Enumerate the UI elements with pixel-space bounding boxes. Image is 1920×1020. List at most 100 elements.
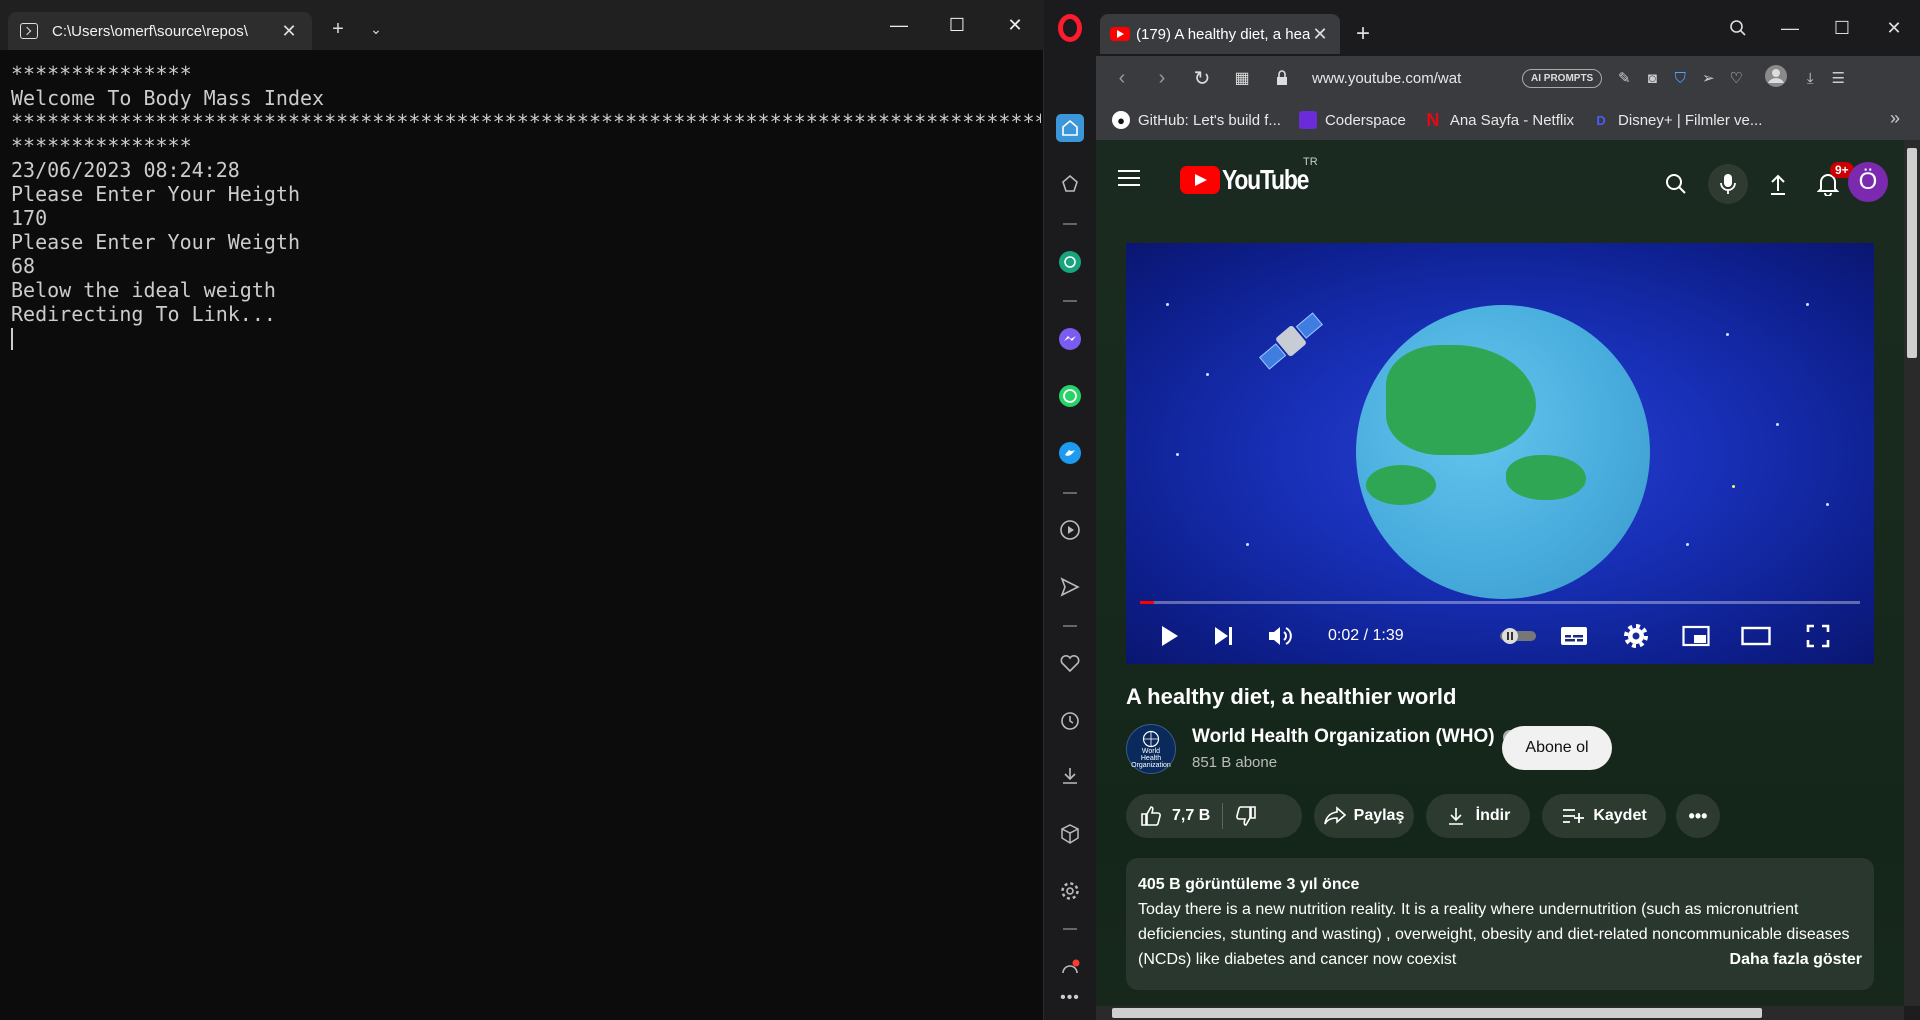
address-bar: ‹ › ↻ ▦ www.youtube.com/wat AI PROMPTS ✎… — [1096, 56, 1920, 100]
download-button[interactable]: İndir — [1426, 794, 1530, 838]
home-icon[interactable] — [1056, 114, 1084, 142]
whatsapp-icon[interactable] — [1056, 382, 1084, 410]
send-icon[interactable]: ➢ — [1694, 69, 1722, 87]
subtitles-icon[interactable] — [1556, 619, 1592, 653]
bookmark-coderspace[interactable]: Coderspace — [1298, 111, 1406, 129]
youtube-logo[interactable]: YouTube TR — [1180, 156, 1327, 196]
edit-icon[interactable]: ✎ — [1610, 69, 1638, 87]
miniplayer-icon[interactable] — [1678, 619, 1714, 653]
messenger-icon[interactable] — [1056, 325, 1084, 353]
browser-window-controls: — ☐ ✕ — [1712, 6, 1920, 50]
terminal-line: *************** — [11, 62, 192, 86]
region-code: TR — [1303, 156, 1318, 168]
play-icon[interactable] — [1154, 619, 1186, 653]
search-tabs-icon[interactable] — [1712, 6, 1764, 50]
extensions-icon[interactable] — [1056, 820, 1084, 848]
upload-icon[interactable] — [1758, 164, 1798, 204]
close-icon[interactable]: ✕ — [278, 21, 300, 42]
minimize-button[interactable]: — — [1764, 6, 1816, 50]
show-more-link[interactable]: Daha fazla göster — [1699, 947, 1862, 972]
description-box[interactable]: 405 B görüntüleme 3 yıl önce Today there… — [1126, 858, 1874, 990]
save-button[interactable]: Kaydet — [1542, 794, 1666, 838]
heart-icon[interactable]: ♡ — [1722, 69, 1750, 87]
easy-setup-icon[interactable]: ☰ — [1824, 69, 1852, 87]
twitter-icon[interactable] — [1056, 439, 1084, 467]
more-actions-button[interactable]: ••• — [1676, 794, 1720, 838]
channel-avatar[interactable]: World Health Organization — [1126, 724, 1176, 774]
subscribe-button[interactable]: Abone ol — [1502, 726, 1612, 770]
dislike-button[interactable] — [1235, 805, 1257, 827]
terminal-line: Welcome To Body Mass Index — [11, 86, 325, 110]
video-player[interactable]: 0:02 / 1:39 — [1126, 243, 1874, 664]
ai-prompts-button[interactable]: AI PROMPTS — [1522, 68, 1603, 88]
bookmark-netflix[interactable]: N Ana Sayfa - Netflix — [1424, 110, 1574, 130]
sidebar-divider — [1063, 625, 1077, 627]
close-window-button[interactable]: ✕ — [986, 0, 1044, 50]
terminal-window-controls: — ☐ ✕ — [870, 0, 1044, 50]
microphone-icon[interactable] — [1708, 164, 1748, 204]
youtube-header: YouTube TR 9+ Ö — [1096, 140, 1904, 220]
heart-icon[interactable] — [1056, 650, 1084, 678]
subscriber-count: 851 B abone — [1192, 754, 1278, 771]
video-progress-bar[interactable] — [1140, 601, 1860, 604]
like-button[interactable]: 7,7 B — [1140, 805, 1210, 827]
share-label: Paylaş — [1353, 807, 1405, 824]
hamburger-menu-icon[interactable] — [1118, 170, 1140, 186]
notification-dot-icon[interactable] — [1056, 952, 1084, 980]
autoplay-toggle[interactable] — [1496, 619, 1540, 653]
more-options-icon[interactable]: ••• — [1056, 984, 1084, 1012]
account-avatar[interactable]: Ö — [1848, 162, 1888, 202]
notifications-bell-icon[interactable]: 9+ — [1808, 162, 1854, 204]
chatgpt-icon[interactable] — [1056, 248, 1084, 276]
next-video-icon[interactable] — [1208, 619, 1240, 653]
search-icon[interactable] — [1656, 164, 1696, 204]
chevron-double-right-icon[interactable]: » — [1890, 108, 1900, 129]
forward-arrow-icon[interactable]: › — [1142, 58, 1182, 98]
send-icon[interactable] — [1056, 573, 1084, 601]
url-field[interactable]: www.youtube.com/wat — [1312, 70, 1512, 87]
profile-icon[interactable] — [1762, 64, 1790, 92]
save-label: Kaydet — [1593, 807, 1647, 824]
terminal-output[interactable]: *************** Welcome To Body Mass Ind… — [11, 62, 1041, 350]
bookmark-github[interactable]: ● GitHub: Let's build f... — [1112, 111, 1281, 129]
maximize-button[interactable]: ☐ — [1816, 6, 1868, 50]
horizontal-scrollbar[interactable] — [1096, 1006, 1904, 1020]
minimize-button[interactable]: — — [870, 0, 928, 50]
camera-icon[interactable]: ◙ — [1638, 70, 1666, 87]
shield-icon[interactable]: ⛉ — [1666, 70, 1694, 87]
back-arrow-icon[interactable]: ‹ — [1102, 58, 1142, 98]
player-controls: 0:02 / 1:39 — [1126, 611, 1874, 661]
channel-name[interactable]: World Health Organization (WHO) ✓ — [1192, 726, 1517, 748]
channel-name-text: World Health Organization (WHO) — [1192, 726, 1495, 747]
close-window-button[interactable]: ✕ — [1868, 6, 1920, 50]
chevron-down-icon[interactable]: ⌄ — [360, 14, 392, 44]
new-tab-button[interactable]: + — [322, 14, 354, 44]
close-tab-icon[interactable]: ✕ — [1310, 24, 1330, 45]
bookmark-disney[interactable]: D Disney+ | Filmler ve... — [1592, 111, 1762, 129]
maximize-button[interactable]: ☐ — [928, 0, 986, 50]
terminal-line: 23/06/2023 08:24:28 — [11, 158, 240, 182]
tabs-grid-icon[interactable]: ▦ — [1222, 58, 1262, 98]
pinboard-icon[interactable] — [1056, 170, 1084, 198]
downloads-icon[interactable] — [1056, 762, 1084, 790]
volume-icon[interactable] — [1262, 619, 1298, 653]
browser-tab-active[interactable]: (179) A healthy diet, a healt ✕ — [1100, 14, 1340, 54]
theater-mode-icon[interactable] — [1738, 619, 1774, 653]
settings-gear-icon[interactable] — [1618, 619, 1654, 653]
thumbs-up-icon — [1141, 806, 1161, 826]
download-icon[interactable]: ⤓ — [1796, 70, 1824, 87]
terminal-line: ****************************************… — [11, 110, 1041, 134]
share-button[interactable]: Paylaş — [1314, 794, 1414, 838]
terminal-tab[interactable]: C:\Users\omerf\source\repos\ ✕ — [8, 12, 312, 50]
opera-logo-icon[interactable] — [1058, 14, 1082, 42]
share-arrow-icon — [1323, 806, 1346, 825]
bookmark-label: Disney+ | Filmler ve... — [1618, 111, 1763, 129]
who-emblem-icon — [1142, 730, 1160, 747]
reload-icon[interactable]: ↻ — [1182, 58, 1222, 98]
fullscreen-icon[interactable] — [1800, 619, 1836, 653]
player-icon[interactable] — [1056, 516, 1084, 544]
new-tab-button[interactable]: + — [1356, 20, 1370, 48]
settings-gear-icon[interactable] — [1056, 877, 1084, 905]
vertical-scrollbar[interactable] — [1904, 140, 1920, 1006]
history-icon[interactable] — [1056, 707, 1084, 735]
